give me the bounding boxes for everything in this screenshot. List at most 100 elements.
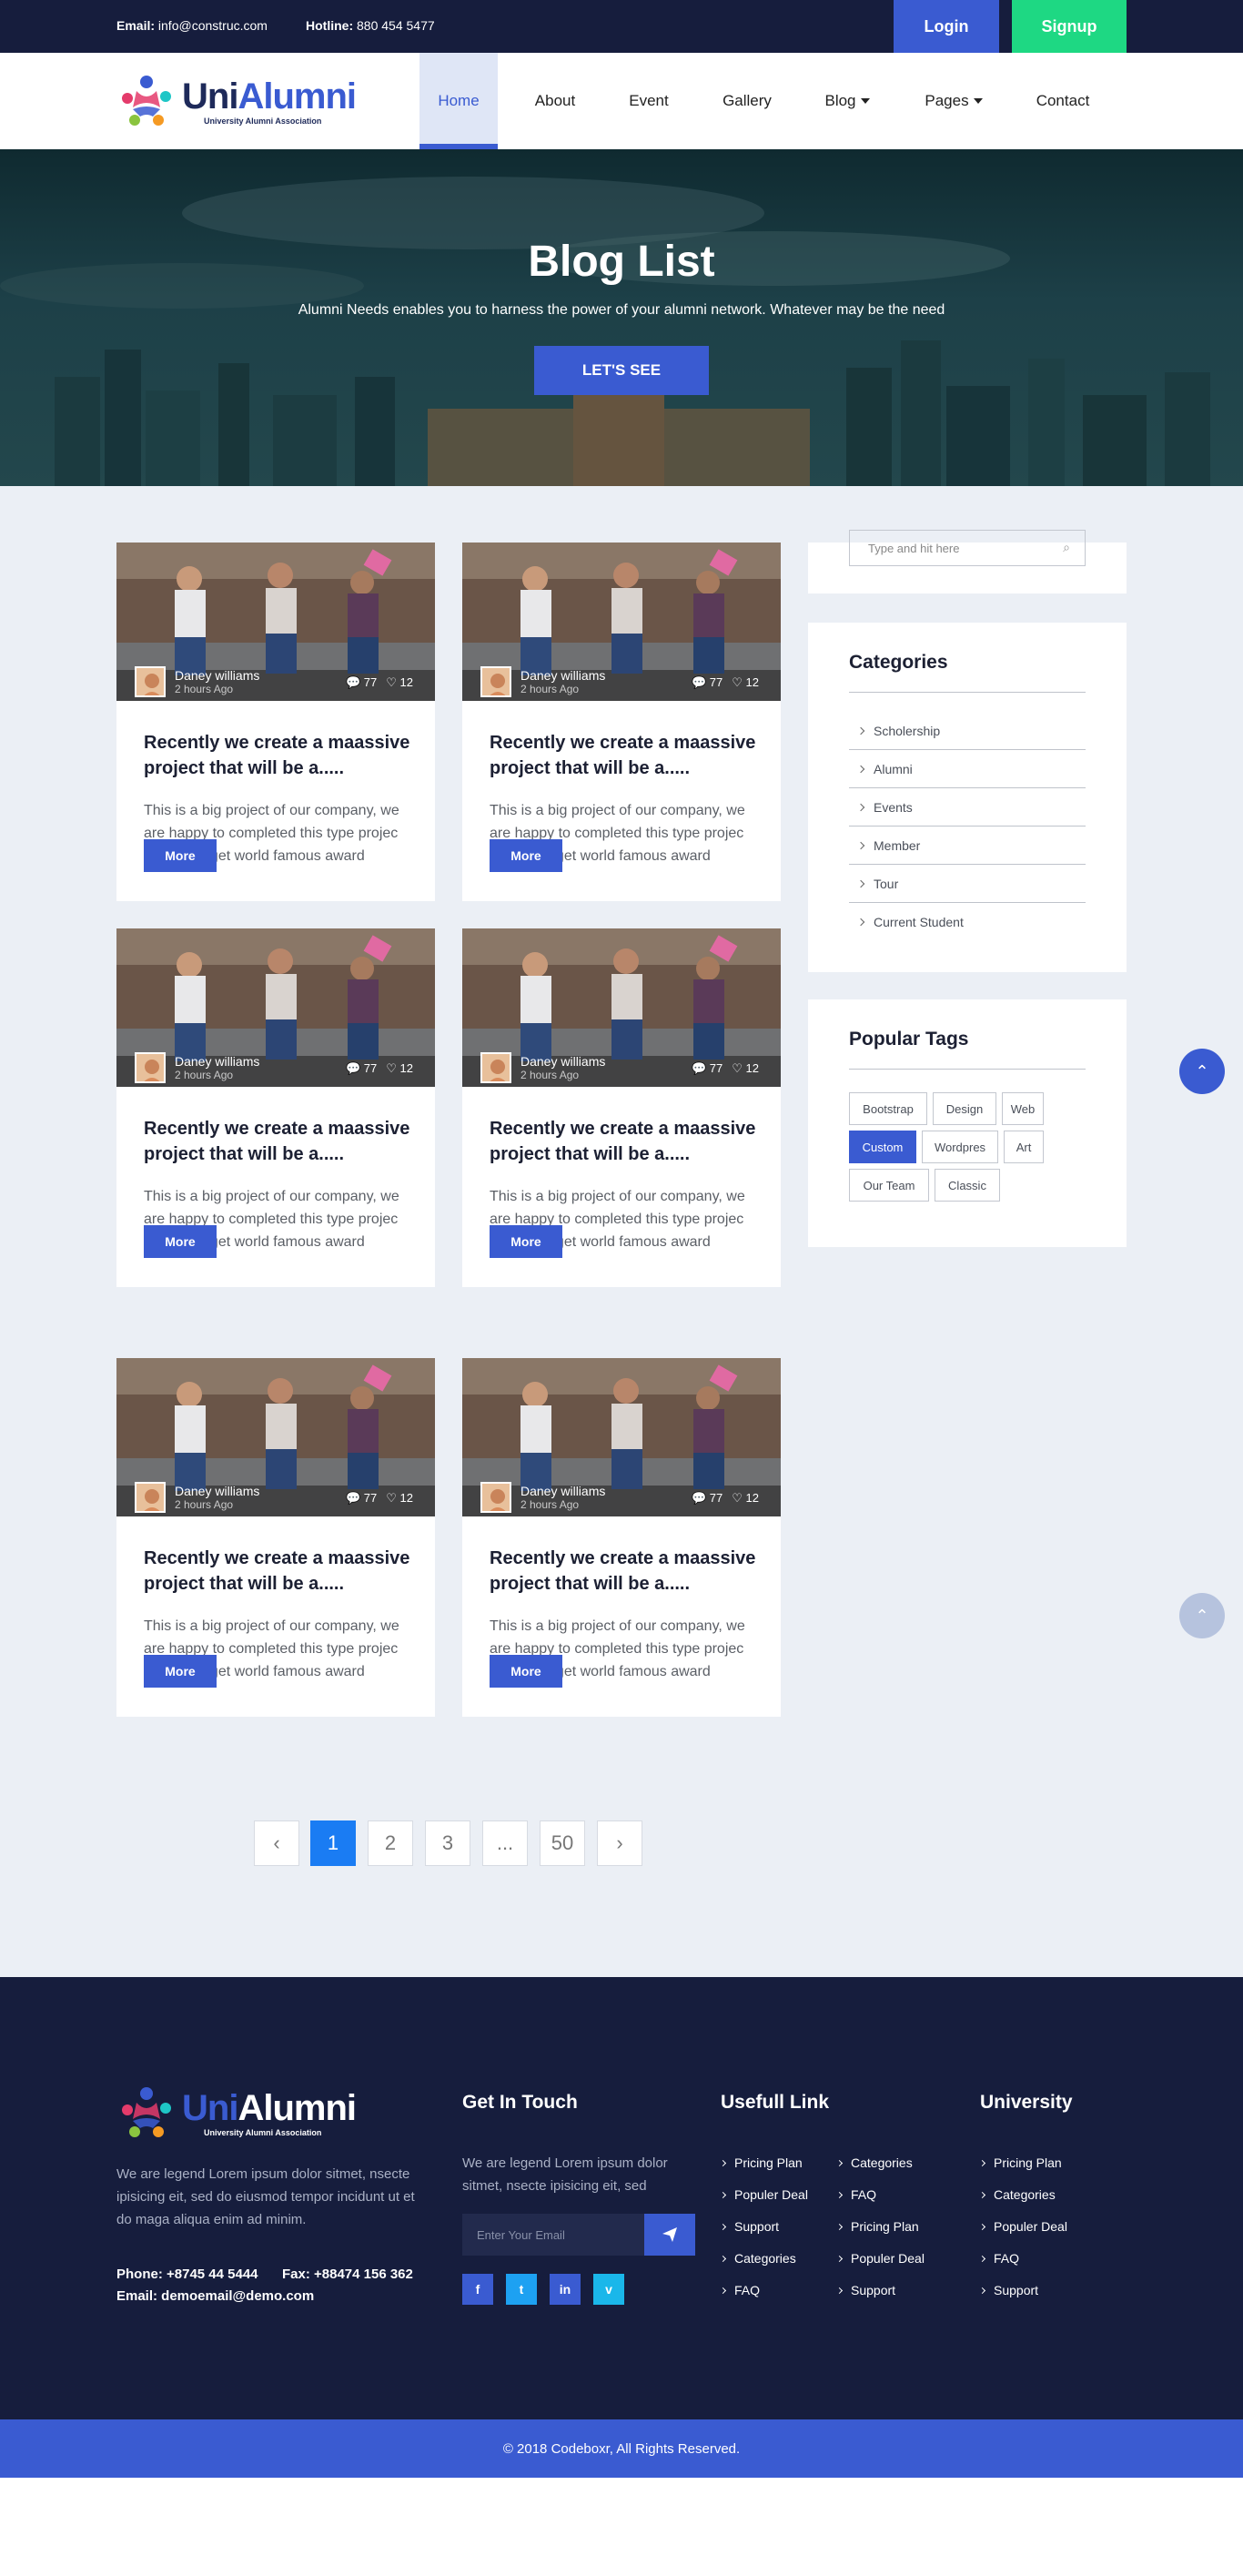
scroll-top-button-faded[interactable]: ⌃ xyxy=(1179,1593,1225,1638)
nav-about[interactable]: About xyxy=(516,53,594,149)
like-count[interactable]: ♡ 12 xyxy=(386,1061,413,1076)
post-title[interactable]: Recently we create a maassive project th… xyxy=(490,1116,763,1167)
tag-wordpres[interactable]: Wordpres xyxy=(922,1131,998,1163)
login-button[interactable]: Login xyxy=(894,0,999,53)
post-title[interactable]: Recently we create a maassive project th… xyxy=(490,730,763,781)
nav-blog[interactable]: Blog xyxy=(806,53,888,149)
read-more-button[interactable]: More xyxy=(144,1225,217,1258)
hero-banner: Blog List Alumni Needs enables you to ha… xyxy=(0,149,1243,486)
post-title[interactable]: Recently we create a maassive project th… xyxy=(144,730,417,781)
pagination-page[interactable]: 3 xyxy=(425,1820,470,1866)
category-item[interactable]: Tour xyxy=(849,865,1086,903)
vimeo-icon[interactable]: v xyxy=(593,2274,624,2305)
like-count[interactable]: ♡ 12 xyxy=(732,1061,759,1076)
post-meta: Daney williams 2 hours Ago 💬 77 ♡ 12 xyxy=(480,1052,763,1085)
footer-link[interactable]: Categories xyxy=(835,2155,913,2170)
post-author[interactable]: Daney williams xyxy=(520,1054,605,1069)
twitter-icon[interactable]: t xyxy=(506,2274,537,2305)
comment-count[interactable]: 💬 77 xyxy=(346,675,377,690)
footer-link[interactable]: Pricing Plan xyxy=(978,2155,1062,2170)
avatar[interactable] xyxy=(135,1482,166,1513)
avatar[interactable] xyxy=(480,666,511,697)
post-author[interactable]: Daney williams xyxy=(520,668,605,683)
footer-link[interactable]: Categories xyxy=(978,2187,1056,2202)
footer-link[interactable]: Support xyxy=(835,2283,895,2297)
category-item[interactable]: Scholership xyxy=(849,712,1086,750)
footer-link[interactable]: Populer Deal xyxy=(978,2219,1067,2234)
tag-design[interactable]: Design xyxy=(933,1092,996,1125)
like-count[interactable]: ♡ 12 xyxy=(386,675,413,690)
like-count[interactable]: ♡ 12 xyxy=(732,675,759,690)
signup-button[interactable]: Signup xyxy=(1012,0,1127,53)
nav-home[interactable]: Home xyxy=(419,53,498,149)
pagination-prev[interactable]: ‹ xyxy=(254,1820,299,1866)
avatar[interactable] xyxy=(135,1052,166,1083)
tag-art[interactable]: Art xyxy=(1004,1131,1044,1163)
facebook-icon[interactable]: f xyxy=(462,2274,493,2305)
tag-custom[interactable]: Custom xyxy=(849,1131,916,1163)
email-value[interactable]: info@construc.com xyxy=(158,18,268,33)
pagination-next[interactable]: › xyxy=(597,1820,642,1866)
newsletter-send-button[interactable] xyxy=(644,2214,695,2256)
like-count[interactable]: ♡ 12 xyxy=(386,1491,413,1506)
category-item[interactable]: Member xyxy=(849,827,1086,865)
read-more-button[interactable]: More xyxy=(490,1225,562,1258)
post-author[interactable]: Daney williams xyxy=(175,668,259,683)
tag-our-team[interactable]: Our Team xyxy=(849,1169,929,1202)
category-item[interactable]: Alumni xyxy=(849,750,1086,788)
read-more-button[interactable]: More xyxy=(144,839,217,872)
avatar[interactable] xyxy=(135,666,166,697)
footer-link[interactable]: FAQ xyxy=(719,2283,760,2297)
post-author[interactable]: Daney williams xyxy=(175,1054,259,1069)
footer-link[interactable]: Populer Deal xyxy=(835,2251,925,2266)
footer-link[interactable]: FAQ xyxy=(835,2187,876,2202)
footer-logo[interactable]: UniAlumni University Alumni Association xyxy=(116,2083,357,2143)
comment-count[interactable]: 💬 77 xyxy=(692,1061,723,1076)
read-more-button[interactable]: More xyxy=(490,839,562,872)
site-logo[interactable]: UniAlumni University Alumni Association xyxy=(116,71,357,131)
post-title[interactable]: Recently we create a maassive project th… xyxy=(144,1546,417,1597)
footer-link[interactable]: Support xyxy=(719,2219,779,2234)
read-more-button[interactable]: More xyxy=(144,1655,217,1688)
comment-count[interactable]: 💬 77 xyxy=(692,675,723,690)
search-icon[interactable]: ⌕ xyxy=(1063,540,1070,555)
tag-web[interactable]: Web xyxy=(1002,1092,1044,1125)
tag-classic[interactable]: Classic xyxy=(935,1169,1000,1202)
nav-gallery[interactable]: Gallery xyxy=(708,53,786,149)
comment-count-value: 77 xyxy=(709,675,723,689)
category-item[interactable]: Events xyxy=(849,788,1086,827)
nav-contact[interactable]: Contact xyxy=(1019,53,1107,149)
avatar[interactable] xyxy=(480,1052,511,1083)
post-author[interactable]: Daney williams xyxy=(520,1484,605,1498)
search-input[interactable]: Type and hit here ⌕ xyxy=(849,530,1086,566)
category-item[interactable]: Current Student xyxy=(849,903,1086,941)
tag-bootstrap[interactable]: Bootstrap xyxy=(849,1092,927,1125)
linkedin-icon[interactable]: in xyxy=(550,2274,581,2305)
hero-cta-button[interactable]: LET'S SEE xyxy=(534,346,709,395)
footer-link[interactable]: FAQ xyxy=(978,2251,1019,2266)
scroll-top-button[interactable]: ⌃ xyxy=(1179,1049,1225,1094)
read-more-button[interactable]: More xyxy=(490,1655,562,1688)
footer-link[interactable]: Categories xyxy=(719,2251,796,2266)
post-author[interactable]: Daney williams xyxy=(175,1484,259,1498)
pagination-page[interactable]: 1 xyxy=(310,1820,356,1866)
blog-card: Daney williams 2 hours Ago 💬 77 ♡ 12 Rece… xyxy=(116,928,435,1287)
footer-link[interactable]: Populer Deal xyxy=(719,2187,808,2202)
comment-count[interactable]: 💬 77 xyxy=(346,1491,377,1506)
hotline-value[interactable]: 880 454 5477 xyxy=(357,18,435,33)
pagination-page[interactable]: 2 xyxy=(368,1820,413,1866)
avatar[interactable] xyxy=(480,1482,511,1513)
footer-link[interactable]: Pricing Plan xyxy=(835,2219,919,2234)
like-count[interactable]: ♡ 12 xyxy=(732,1491,759,1506)
nav-event[interactable]: Event xyxy=(610,53,688,149)
nav-about-label: About xyxy=(534,92,576,109)
post-title[interactable]: Recently we create a maassive project th… xyxy=(144,1116,417,1167)
pagination-page[interactable]: 50 xyxy=(540,1820,585,1866)
post-title[interactable]: Recently we create a maassive project th… xyxy=(490,1546,763,1597)
nav-pages[interactable]: Pages xyxy=(910,53,997,149)
footer-link[interactable]: Support xyxy=(978,2283,1038,2297)
comment-count[interactable]: 💬 77 xyxy=(692,1491,723,1506)
chevron-up-icon: ⌃ xyxy=(1195,1606,1209,1625)
comment-count[interactable]: 💬 77 xyxy=(346,1061,377,1076)
footer-link[interactable]: Pricing Plan xyxy=(719,2155,803,2170)
